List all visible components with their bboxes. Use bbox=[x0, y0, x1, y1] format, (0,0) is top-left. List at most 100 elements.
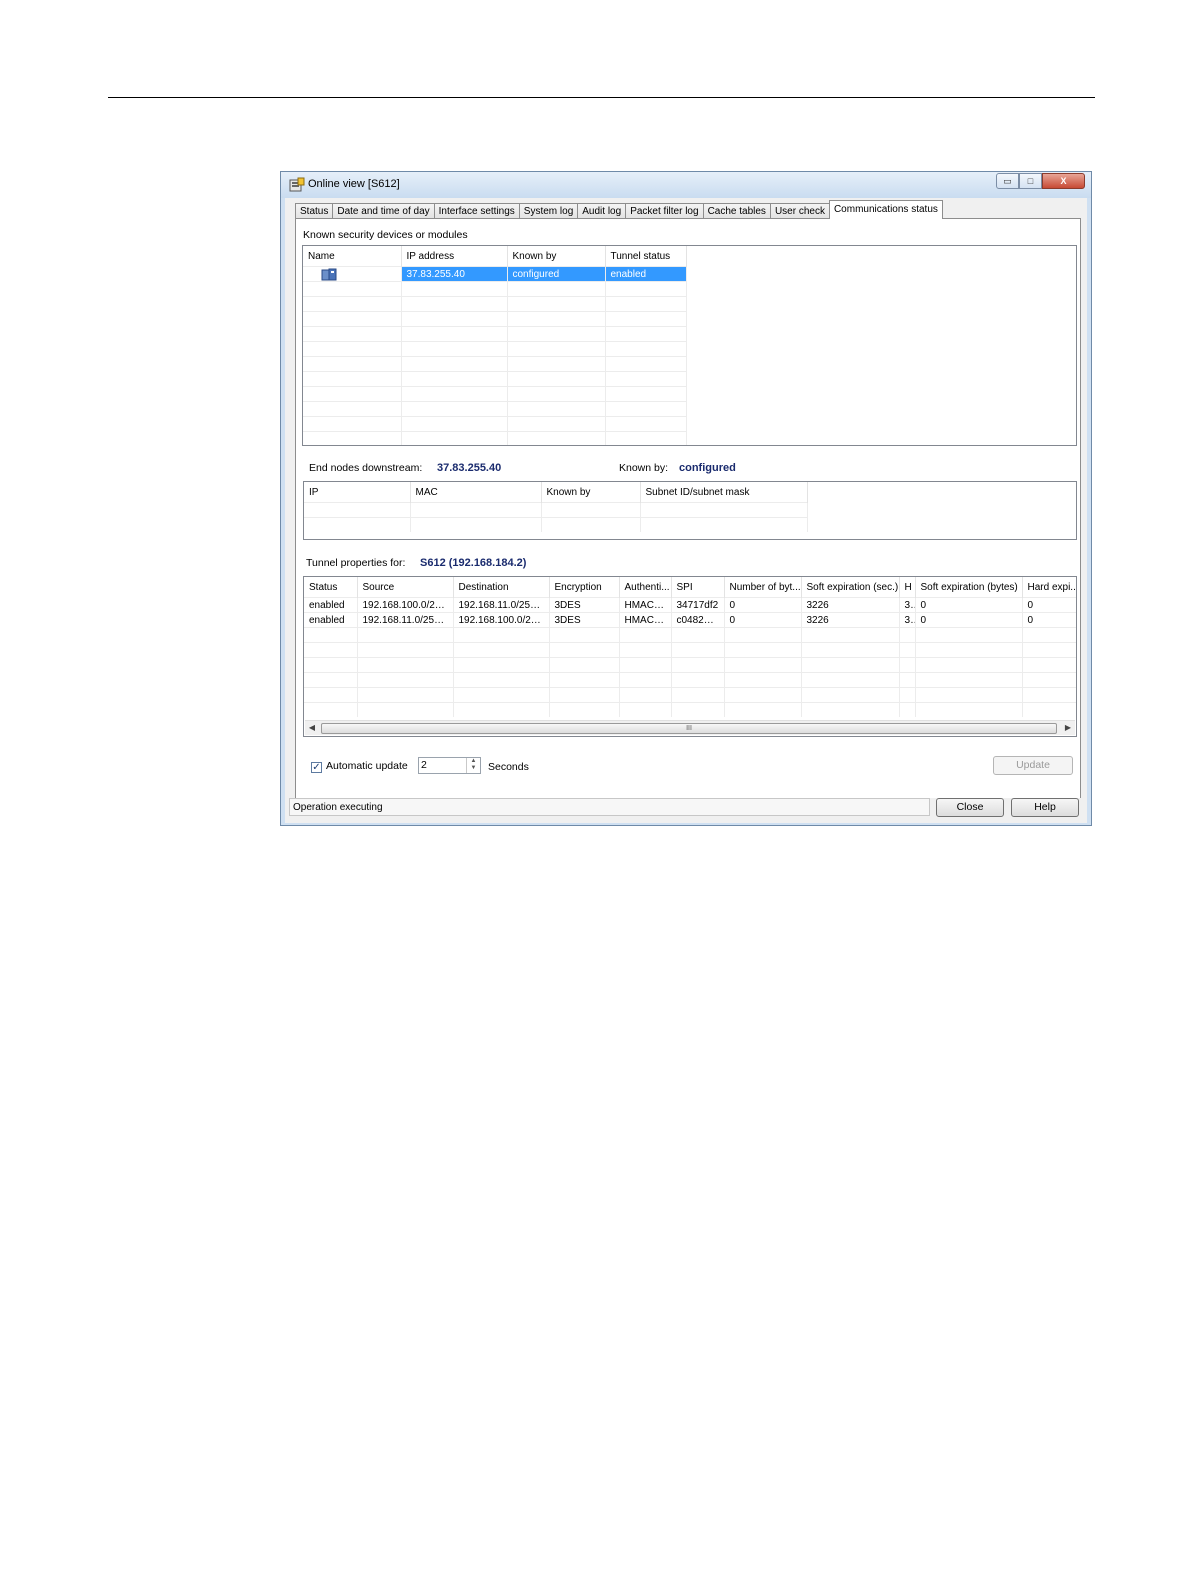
column-header-name[interactable]: Name bbox=[303, 246, 402, 267]
update-interval-value[interactable]: 2 bbox=[421, 759, 427, 771]
tab-packet-filter-log[interactable]: Packet filter log bbox=[625, 203, 704, 219]
table-cell: 192.168.100.0/25... bbox=[453, 612, 550, 628]
table-row bbox=[303, 386, 687, 402]
column-header-h[interactable]: H bbox=[899, 577, 916, 598]
column-header-subnet[interactable]: Subnet ID/subnet mask bbox=[640, 482, 808, 503]
ip-cell[interactable]: 37.83.255.40 bbox=[401, 266, 508, 282]
maximize-button[interactable]: □ bbox=[1019, 173, 1042, 189]
table-cell: HMAC-... bbox=[619, 597, 672, 613]
known-devices-heading: Known security devices or modules bbox=[303, 229, 468, 241]
tunnel-properties-target: S612 (192.168.184.2) bbox=[420, 557, 527, 569]
column-header-mac[interactable]: MAC bbox=[410, 482, 542, 503]
tab-system-log[interactable]: System log bbox=[518, 203, 579, 219]
minimize-button[interactable]: ▭ bbox=[996, 173, 1019, 189]
table-row bbox=[303, 281, 687, 297]
tab-audit-log[interactable]: Audit log bbox=[577, 203, 627, 219]
table-cell: 192.168.11.0/255.... bbox=[357, 612, 454, 628]
table-row bbox=[304, 687, 1076, 703]
table-cell: 0 bbox=[1022, 597, 1076, 613]
tab-date-time[interactable]: Date and time of day bbox=[332, 203, 435, 219]
tab-communications-status[interactable]: Communications status bbox=[828, 200, 943, 219]
update-interval-spinner[interactable]: 2 ▲ ▼ bbox=[418, 757, 481, 774]
table-cell: c04829ae bbox=[671, 612, 725, 628]
spin-up-icon[interactable]: ▲ bbox=[467, 758, 480, 765]
column-header-spi[interactable]: SPI bbox=[671, 577, 725, 598]
scroll-right-arrow-icon[interactable]: ▶ bbox=[1061, 721, 1075, 735]
column-header-tunnel-status[interactable]: Tunnel status bbox=[605, 246, 687, 267]
column-header-hard-expiration[interactable]: Hard expi... bbox=[1022, 577, 1076, 598]
table-cell: 0 bbox=[724, 612, 802, 628]
table-row bbox=[304, 702, 1076, 717]
table-row bbox=[303, 371, 687, 387]
table-row bbox=[304, 627, 1076, 643]
dialog-client-area: Status Date and time of day Interface se… bbox=[285, 198, 1087, 823]
title-bar[interactable]: Online view [S612] ▭ □ X bbox=[281, 172, 1091, 198]
automatic-update-label: Automatic update bbox=[326, 760, 408, 772]
tab-interface-settings[interactable]: Interface settings bbox=[433, 203, 520, 219]
table-cell: 3 bbox=[899, 612, 916, 628]
column-header-ip[interactable]: IP bbox=[304, 482, 411, 503]
communications-status-panel: Known security devices or modules Name I… bbox=[295, 218, 1081, 817]
table-cell: 0 bbox=[724, 597, 802, 613]
column-header-known-by[interactable]: Known by bbox=[541, 482, 641, 503]
end-nodes-ip: 37.83.255.40 bbox=[437, 462, 502, 474]
end-nodes-known-by-label: Known by: bbox=[619, 462, 669, 474]
column-header-number-of-bytes[interactable]: Number of byt... bbox=[724, 577, 802, 598]
table-row bbox=[304, 657, 1076, 673]
tab-user-check[interactable]: User check bbox=[769, 203, 830, 219]
known-devices-table[interactable]: Name IP address Known by Tunnel status 3… bbox=[302, 245, 1077, 446]
tunnel-properties-label: Tunnel properties for: bbox=[306, 557, 406, 569]
table-cell: HMAC-... bbox=[619, 612, 672, 628]
column-header-soft-expiration-bytes[interactable]: Soft expiration (bytes) bbox=[915, 577, 1023, 598]
tunnel-properties-table[interactable]: Status Source Destination Encryption Aut… bbox=[303, 576, 1077, 737]
help-button[interactable]: Help bbox=[1011, 798, 1079, 817]
table-row[interactable]: enabled 192.168.11.0/255.... 192.168.100… bbox=[304, 612, 1076, 628]
end-nodes-label: End nodes downstream: bbox=[309, 462, 423, 474]
page-header-rule bbox=[108, 97, 1095, 98]
close-button[interactable]: Close bbox=[936, 798, 1004, 817]
column-header-status[interactable]: Status bbox=[304, 577, 358, 598]
table-row bbox=[304, 502, 808, 518]
column-header-source[interactable]: Source bbox=[357, 577, 454, 598]
column-header-authentication[interactable]: Authenti... bbox=[619, 577, 672, 598]
table-cell: 3226 bbox=[801, 612, 900, 628]
horizontal-scrollbar[interactable]: ◀ III ▶ bbox=[305, 720, 1075, 735]
tab-cache-tables[interactable]: Cache tables bbox=[702, 203, 771, 219]
device-name-cell[interactable] bbox=[303, 266, 402, 282]
table-cell: 3 bbox=[899, 597, 916, 613]
tunnel-status-cell[interactable]: enabled bbox=[605, 266, 687, 282]
table-cell: 0 bbox=[1022, 612, 1076, 628]
automatic-update-checkbox[interactable]: ✓ bbox=[311, 762, 322, 773]
spin-down-icon[interactable]: ▼ bbox=[467, 765, 480, 772]
table-row bbox=[303, 311, 687, 327]
end-nodes-table[interactable]: IP MAC Known by Subnet ID/subnet mask bbox=[303, 481, 1077, 540]
close-window-button[interactable]: X bbox=[1042, 173, 1085, 189]
scrollbar-thumb[interactable]: III bbox=[321, 723, 1057, 734]
column-header-encryption[interactable]: Encryption bbox=[549, 577, 620, 598]
column-header-destination[interactable]: Destination bbox=[453, 577, 550, 598]
table-cell: 0 bbox=[915, 612, 1023, 628]
table-cell: 34717df2 bbox=[671, 597, 725, 613]
tab-strip: Status Date and time of day Interface se… bbox=[295, 200, 943, 219]
table-row bbox=[304, 642, 1076, 658]
table-row bbox=[304, 517, 808, 532]
known-by-cell[interactable]: configured bbox=[507, 266, 606, 282]
update-button[interactable]: Update bbox=[993, 756, 1073, 775]
table-row bbox=[303, 296, 687, 312]
table-row[interactable]: 37.83.255.40 configured enabled bbox=[303, 266, 687, 282]
column-header-soft-expiration-sec[interactable]: Soft expiration (sec.) bbox=[801, 577, 900, 598]
table-row[interactable]: enabled 192.168.100.0/25... 192.168.11.0… bbox=[304, 597, 1076, 613]
window-title: Online view [S612] bbox=[308, 178, 400, 190]
scroll-left-arrow-icon[interactable]: ◀ bbox=[305, 721, 319, 735]
table-row bbox=[303, 356, 687, 372]
table-row bbox=[304, 672, 1076, 688]
status-text: Operation executing bbox=[289, 798, 930, 816]
tab-status[interactable]: Status bbox=[295, 203, 334, 219]
column-header-ip-address[interactable]: IP address bbox=[401, 246, 508, 267]
table-cell: 3DES bbox=[549, 597, 620, 613]
table-cell: enabled bbox=[304, 597, 358, 613]
table-cell: enabled bbox=[304, 612, 358, 628]
column-header-known-by[interactable]: Known by bbox=[507, 246, 606, 267]
security-module-icon bbox=[321, 268, 337, 280]
table-row bbox=[303, 431, 687, 445]
